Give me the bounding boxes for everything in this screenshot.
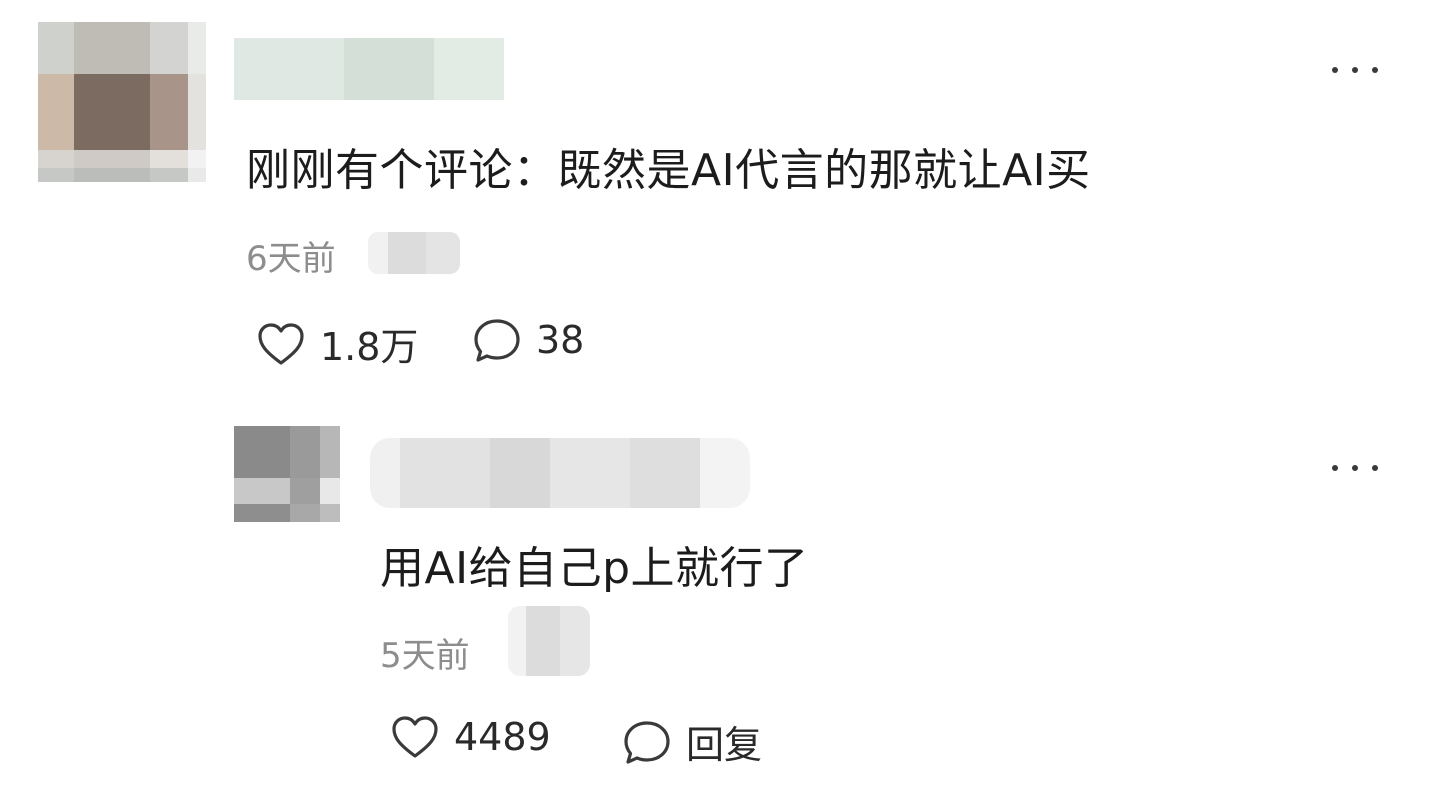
avatar[interactable] [38, 22, 206, 182]
speech-bubble-icon [624, 720, 670, 764]
heart-outline-icon [258, 322, 304, 365]
reply-count: 38 [536, 318, 585, 362]
comment-text: 用AI给自己p上就行了 [380, 543, 809, 594]
reply-button[interactable]: 回复 [622, 714, 762, 769]
avatar[interactable] [234, 426, 340, 522]
like-count: 1.8万 [320, 325, 419, 369]
reply-button[interactable]: 38 [472, 316, 584, 364]
like-button[interactable]: 1.8万 [256, 316, 418, 371]
username-blurred[interactable] [370, 438, 750, 508]
more-horizontal-icon[interactable] [1332, 63, 1378, 77]
like-button[interactable]: 4489 [390, 714, 551, 760]
comment-time: 6天前 [246, 239, 336, 279]
username-blurred[interactable] [234, 38, 504, 100]
comment-top-level: 刚刚有个评论：既然是AI代言的那就让AI买 6天前 1.8万 38 [0, 0, 1439, 390]
speech-bubble-icon [474, 319, 520, 362]
comment-text: 刚刚有个评论：既然是AI代言的那就让AI买 [246, 145, 1091, 196]
like-count: 4489 [454, 715, 551, 759]
location-tag-blurred [508, 606, 590, 676]
comment-time: 5天前 [380, 636, 470, 676]
heart-outline-icon [392, 716, 438, 758]
comment-reply: 用AI给自己p上就行了 5天前 4489 回复 [0, 390, 1439, 798]
location-tag-blurred [368, 232, 460, 274]
more-horizontal-icon[interactable] [1332, 461, 1378, 475]
reply-label: 回复 [686, 723, 763, 767]
